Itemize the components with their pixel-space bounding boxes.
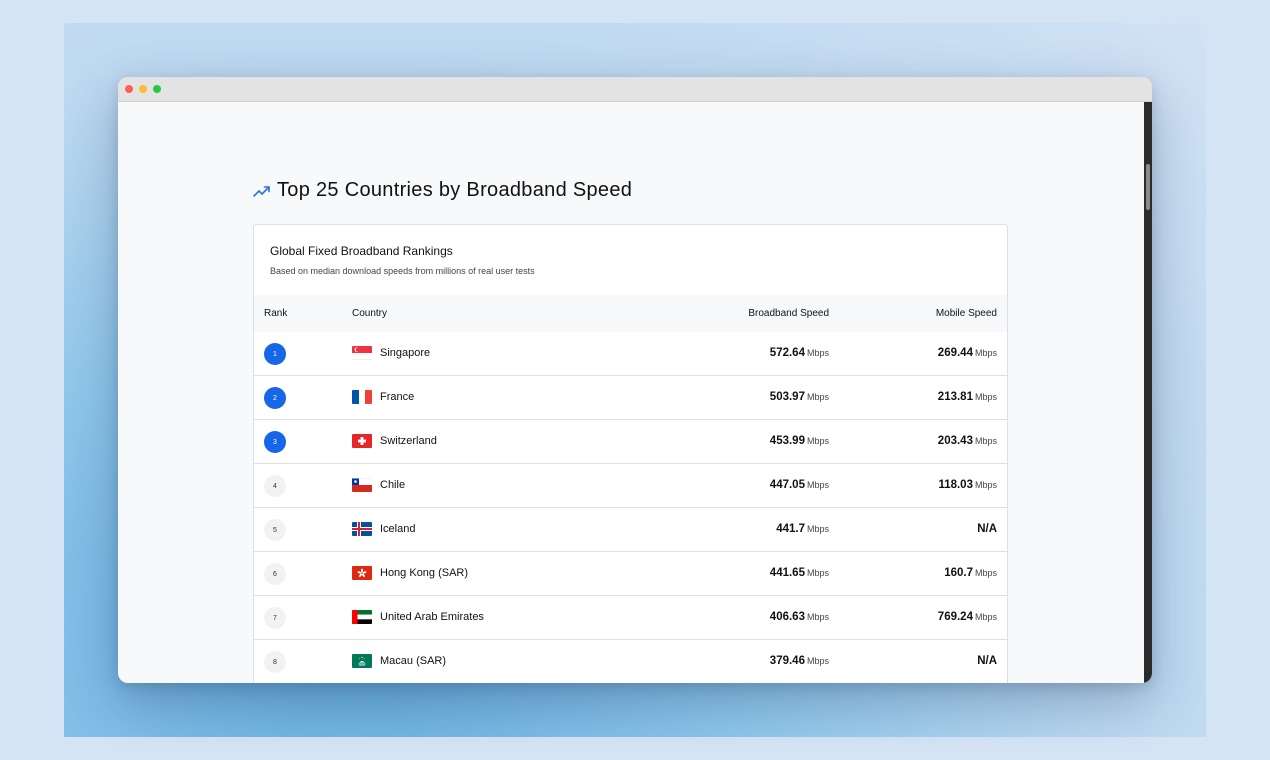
- broadband-speed-column-header[interactable]: Broadband Speed: [748, 308, 829, 319]
- mobile-speed-value: 203.43: [937, 435, 973, 447]
- broadband-speed-unit: Mbps: [806, 480, 829, 490]
- page-title: Top 25 Countries by Broadband Speed: [277, 179, 633, 201]
- broadband-speed: 453.99 Mbps: [770, 435, 829, 447]
- flag-macau-icon: [352, 654, 372, 668]
- mobile-speed-unit: Mbps: [974, 392, 997, 402]
- broadband-speed-value: 503.97: [769, 391, 805, 403]
- broadband-speed-value: 379.46: [769, 655, 805, 667]
- broadband-speed-value: 441.7: [776, 523, 805, 535]
- mobile-speed-value: 269.44: [937, 347, 973, 359]
- maximize-window-button[interactable]: [153, 85, 161, 93]
- rank-badge: 6: [264, 563, 286, 585]
- table-row[interactable]: 4 Chile 447.05 Mbps 118.03 Mbps: [254, 464, 1007, 508]
- close-window-button[interactable]: [125, 85, 133, 93]
- mobile-speed-unit: Mbps: [974, 480, 997, 490]
- country-name: Macau (SAR): [380, 655, 447, 667]
- scrollbar[interactable]: [1144, 102, 1152, 683]
- rank-badge: 1: [264, 343, 286, 365]
- broadband-speed: 447.05 Mbps: [770, 479, 829, 491]
- broadband-speed-unit: Mbps: [806, 436, 829, 446]
- browser-window: Top 25 Countries by Broadband Speed Glob…: [118, 77, 1152, 683]
- card-subtitle: Based on median download speeds from mil…: [270, 266, 535, 276]
- table-row[interactable]: 6 Hong Kong (SAR) 441.65 Mbps 160.7 Mbps: [254, 552, 1007, 596]
- table-row[interactable]: 3 Switzerland 453.99 Mbps 203.43 Mbps: [254, 420, 1007, 464]
- broadband-speed: 441.7 Mbps: [776, 523, 829, 535]
- mobile-speed-unit: Mbps: [974, 612, 997, 622]
- flag-hong-kong-icon: [352, 566, 372, 580]
- scrollbar-thumb[interactable]: [1146, 164, 1150, 210]
- minimize-window-button[interactable]: [139, 85, 147, 93]
- rank-badge: 4: [264, 475, 286, 497]
- mobile-speed-column-header[interactable]: Mobile Speed: [936, 308, 997, 319]
- broadband-speed: 379.46 Mbps: [770, 655, 829, 667]
- broadband-speed-unit: Mbps: [806, 612, 829, 622]
- broadband-speed-unit: Mbps: [806, 348, 829, 358]
- mobile-speed-unit: Mbps: [974, 348, 997, 358]
- rank-badge: 8: [264, 651, 286, 673]
- broadband-speed: 503.97 Mbps: [770, 391, 829, 403]
- flag-chile-icon: [352, 478, 372, 492]
- broadband-speed-unit: Mbps: [806, 524, 829, 534]
- mobile-speed-unit: Mbps: [974, 436, 997, 446]
- flag-uae-icon: [352, 610, 372, 624]
- mobile-speed: 160.7 Mbps: [944, 567, 997, 579]
- country-name: Iceland: [380, 523, 416, 535]
- broadband-speed-value: 447.05: [769, 479, 805, 491]
- mobile-speed: 203.43 Mbps: [938, 435, 997, 447]
- country-name: Singapore: [380, 347, 431, 359]
- flag-singapore-icon: [352, 346, 372, 360]
- broadband-speed-value: 453.99: [769, 435, 805, 447]
- mobile-speed: N/A: [977, 655, 997, 667]
- mobile-speed: 269.44 Mbps: [938, 347, 997, 359]
- country-name: United Arab Emirates: [380, 611, 484, 623]
- country-column-header[interactable]: Country: [352, 308, 387, 319]
- rankings-card: Global Fixed Broadband Rankings Based on…: [253, 224, 1008, 683]
- country-name: Chile: [380, 479, 406, 491]
- rank-badge: 5: [264, 519, 286, 541]
- mobile-speed-unit: Mbps: [974, 568, 997, 578]
- rank-badge: 3: [264, 431, 286, 453]
- mobile-speed-value: 160.7: [944, 567, 973, 579]
- table-row[interactable]: 2 France 503.97 Mbps 213.81 Mbps: [254, 376, 1007, 420]
- rank-column-header[interactable]: Rank: [264, 308, 287, 319]
- mobile-speed-value: 213.81: [937, 391, 973, 403]
- rank-badge: 2: [264, 387, 286, 409]
- country-name: Switzerland: [380, 435, 437, 447]
- country-name: France: [380, 391, 415, 403]
- broadband-speed: 441.65 Mbps: [770, 567, 829, 579]
- broadband-speed-value: 441.65: [769, 567, 805, 579]
- flag-france-icon: [352, 390, 372, 404]
- table-row[interactable]: 8 Macau (SAR) 379.46 Mbps N/A: [254, 640, 1007, 683]
- trending-up-icon: [253, 185, 270, 197]
- broadband-speed-value: 572.64: [769, 347, 805, 359]
- broadband-speed-unit: Mbps: [806, 568, 829, 578]
- broadband-speed-unit: Mbps: [806, 392, 829, 402]
- mobile-speed-value: N/A: [977, 523, 997, 535]
- page-heading: Top 25 Countries by Broadband Speed: [253, 179, 632, 202]
- mobile-speed-value: 118.03: [938, 479, 973, 491]
- broadband-speed-unit: Mbps: [806, 656, 829, 666]
- mobile-speed: N/A: [977, 523, 997, 535]
- card-title: Global Fixed Broadband Rankings: [270, 244, 453, 258]
- flag-iceland-icon: [352, 522, 372, 536]
- broadband-speed: 406.63 Mbps: [770, 611, 829, 623]
- broadband-speed-value: 406.63: [769, 611, 805, 623]
- flag-switzerland-icon: [352, 434, 372, 448]
- rank-badge: 7: [264, 607, 286, 629]
- window-titlebar: [118, 77, 1152, 102]
- mobile-speed-value: N/A: [977, 655, 997, 667]
- country-name: Hong Kong (SAR): [380, 567, 469, 579]
- table-row[interactable]: 5 Iceland 441.7 Mbps N/A: [254, 508, 1007, 552]
- broadband-speed: 572.64 Mbps: [770, 347, 829, 359]
- mobile-speed: 118.03 Mbps: [938, 479, 997, 491]
- mobile-speed: 213.81 Mbps: [938, 391, 997, 403]
- page-content: Top 25 Countries by Broadband Speed Glob…: [118, 102, 1144, 683]
- mobile-speed: 769.24 Mbps: [938, 611, 997, 623]
- table-row[interactable]: 7 United Arab Emirates 406.63 Mbps 769.24 Mbp…: [254, 596, 1007, 640]
- table-header: Rank Country Broadband Speed Mobile Spee…: [254, 295, 1007, 333]
- mobile-speed-value: 769.24: [937, 611, 973, 623]
- table-row[interactable]: 1 Singapore 572.64 Mbps 269.44 Mbps: [254, 332, 1007, 376]
